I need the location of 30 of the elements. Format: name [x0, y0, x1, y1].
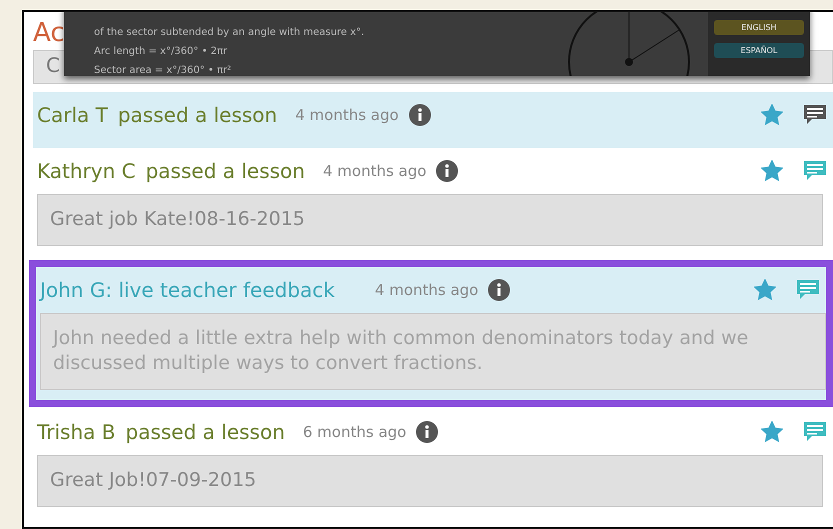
- student-name: Carla T: [37, 103, 108, 127]
- timestamp: 4 months ago: [295, 106, 399, 124]
- info-icon[interactable]: [436, 160, 458, 182]
- comment-text: John needed a little extra help with common denominators today and we discussed multiple ways to convert fractions.: [40, 312, 826, 390]
- panel-title: Ac: [33, 17, 65, 50]
- activity-row[interactable]: John G: live teacher feedback 4 months ago John needed a little extra help with common denominators today and we discussed multiple ways to convert fractions.: [29, 260, 833, 407]
- star-icon[interactable]: [761, 160, 783, 182]
- star-icon[interactable]: [754, 278, 776, 301]
- star-icon[interactable]: [761, 104, 783, 126]
- info-icon[interactable]: [488, 278, 510, 301]
- comment-icon[interactable]: [803, 104, 827, 126]
- info-icon[interactable]: [408, 104, 431, 126]
- language-button[interactable]: ENGLISH: [714, 20, 804, 35]
- feedback-title: John G: live teacher feedback: [40, 278, 335, 302]
- timestamp: 6 months ago: [302, 422, 406, 441]
- activity-action: passed a lesson: [146, 159, 305, 183]
- activity-action: passed a lesson: [118, 103, 278, 127]
- language-button[interactable]: ESPAÑOL: [714, 43, 804, 58]
- student-name: Trisha B: [37, 420, 116, 444]
- student-name: Kathryn C: [37, 159, 136, 183]
- star-icon[interactable]: [761, 420, 783, 443]
- formula-text: Sector area = x°/360° • πr²: [94, 65, 232, 76]
- activity-action: passed a lesson: [126, 420, 285, 444]
- info-icon[interactable]: [416, 420, 438, 443]
- formula-text: of the sector subtended by an angle with measure x°.: [94, 27, 366, 38]
- comment-text: Great Job!07-09-2015: [37, 454, 823, 507]
- comment-text: Great job Kate!08-16-2015: [37, 194, 823, 246]
- timestamp: 4 months ago: [374, 280, 478, 299]
- timestamp: 4 months ago: [322, 162, 426, 180]
- activity-row[interactable]: Carla T passed a lesson 4 months ago: [33, 92, 833, 148]
